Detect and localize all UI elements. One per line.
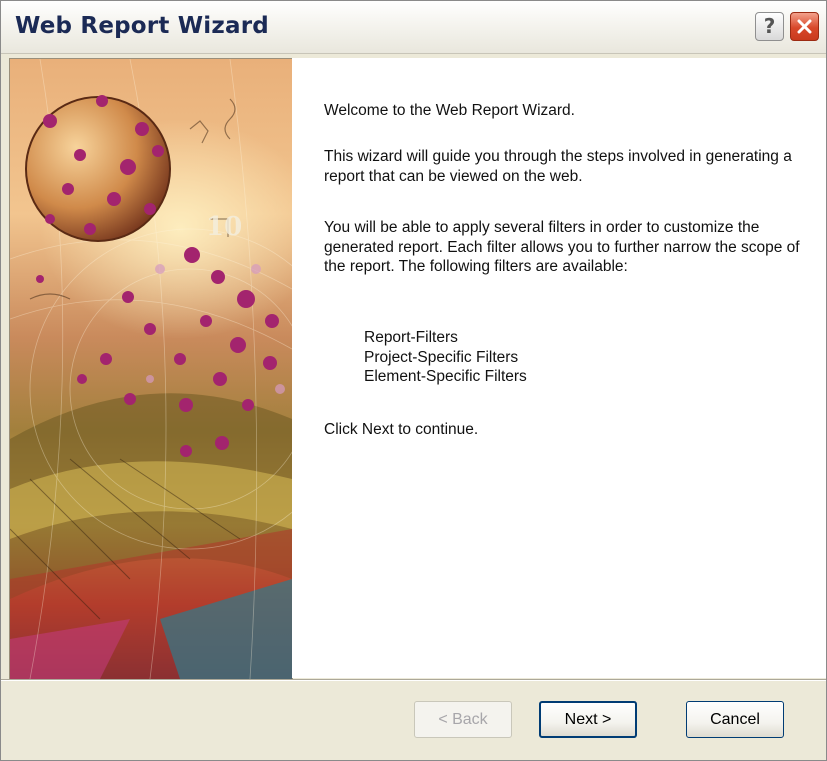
guide-text: This wizard will guide you through the s… (324, 148, 792, 185)
button-separator (1, 679, 826, 681)
help-icon: ? (763, 14, 776, 38)
close-icon (797, 19, 812, 34)
welcome-text: Welcome to the Web Report Wizard. (324, 102, 575, 119)
wizard-window: Web Report Wizard ? 10 Welcome to the We… (0, 0, 827, 761)
filter-item-element: Element-Specific Filters (364, 368, 527, 385)
next-button[interactable]: Next > (539, 701, 637, 738)
cancel-button[interactable]: Cancel (686, 701, 784, 738)
wizard-banner-image: 10 (9, 58, 293, 680)
window-title: Web Report Wizard (15, 13, 269, 39)
filter-item-project: Project-Specific Filters (364, 348, 519, 366)
filter-item-report: Report-Filters (364, 329, 458, 346)
wizard-content-pane: Welcome to the Web Report Wizard. This w… (292, 58, 826, 678)
close-button[interactable] (790, 12, 819, 41)
title-bar[interactable]: Web Report Wizard ? (1, 1, 826, 54)
svg-text:10: 10 (206, 212, 242, 242)
back-button[interactable]: < Back (414, 701, 512, 738)
continue-text: Click Next to continue. (324, 421, 479, 438)
filters-intro-text: You will be able to apply several filter… (324, 219, 800, 275)
filter-list: Report-Filters Project-Specific Filters … (364, 328, 527, 387)
help-button[interactable]: ? (755, 12, 784, 41)
